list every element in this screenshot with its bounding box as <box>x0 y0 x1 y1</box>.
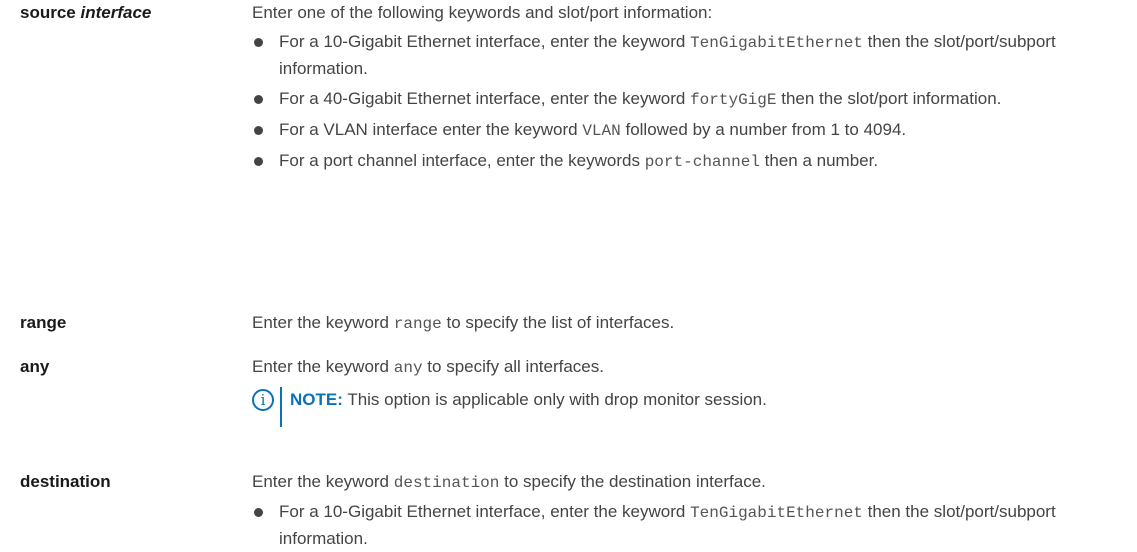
definition-text: Enter the keyword <box>252 313 390 332</box>
list-item: For a VLAN interface enter the keyword V… <box>252 117 1122 144</box>
definition-source: Enter one of the following keywords and … <box>252 0 1122 175</box>
keyword-code: TenGigabitEthernet <box>690 504 863 522</box>
keyword-code: range <box>393 315 442 333</box>
keyword-code: port-channel <box>644 153 760 171</box>
list-item: For a 10-Gigabit Ethernet interface, ent… <box>252 499 1122 552</box>
definition-text: Enter the keyword <box>252 472 390 491</box>
note-label: NOTE: <box>290 390 343 409</box>
item-text: followed by a number from 1 to 4094. <box>625 120 907 139</box>
keyword-code: VLAN <box>582 122 621 140</box>
keyword-code: any <box>393 359 423 377</box>
list-item: For a 10-Gigabit Ethernet interface, ent… <box>252 29 1122 82</box>
definition-range: Enter the keyword range to specify the l… <box>252 310 1122 337</box>
item-text: For a 40-Gigabit Ethernet interface, ent… <box>279 89 686 108</box>
keyword-code: fortyGigE <box>690 91 777 109</box>
term-source-interface: source interface <box>20 0 151 26</box>
item-text: then a number. <box>764 151 879 170</box>
keyword-code: TenGigabitEthernet <box>690 34 863 52</box>
definition-any: Enter the keyword any to specify all int… <box>252 354 1122 427</box>
note-divider <box>280 387 282 427</box>
bullet-list: For a 10-Gigabit Ethernet interface, ent… <box>252 29 1122 175</box>
info-circle-icon: i <box>252 389 274 411</box>
bullet-list: For a 10-Gigabit Ethernet interface, ent… <box>252 499 1122 552</box>
definition-intro: Enter one of the following keywords and … <box>252 3 713 22</box>
definition-text: to specify all interfaces. <box>427 357 604 376</box>
note-text: This option is applicable only with drop… <box>347 390 767 409</box>
note-content: NOTE: This option is applicable only wit… <box>290 387 767 413</box>
item-text: For a 10-Gigabit Ethernet interface, ent… <box>279 32 686 51</box>
term-any: any <box>20 357 50 376</box>
keyword-code: destination <box>393 474 500 492</box>
bullet-icon <box>254 508 263 517</box>
list-item: For a 40-Gigabit Ethernet interface, ent… <box>252 86 1122 113</box>
bullet-icon <box>254 95 263 104</box>
item-text: For a VLAN interface enter the keyword <box>279 120 578 139</box>
term-parameter: interface <box>80 3 152 22</box>
item-text: For a port channel interface, enter the … <box>279 151 640 170</box>
item-text: then the slot/port information. <box>781 89 1002 108</box>
note-callout: i NOTE: This option is applicable only w… <box>252 387 1122 427</box>
item-text: For a 10-Gigabit Ethernet interface, ent… <box>279 502 686 521</box>
term-keyword: source <box>20 3 76 22</box>
bullet-icon <box>254 157 263 166</box>
definition-text: Enter the keyword <box>252 357 390 376</box>
definition-destination: Enter the keyword destination to specify… <box>252 469 1122 552</box>
term-destination: destination <box>20 472 111 491</box>
definition-text: to specify the destination interface. <box>504 472 766 491</box>
list-item: For a port channel interface, enter the … <box>252 148 1122 175</box>
term-range: range <box>20 313 67 332</box>
definition-text: to specify the list of interfaces. <box>446 313 675 332</box>
bullet-icon <box>254 38 263 47</box>
bullet-icon <box>254 126 263 135</box>
